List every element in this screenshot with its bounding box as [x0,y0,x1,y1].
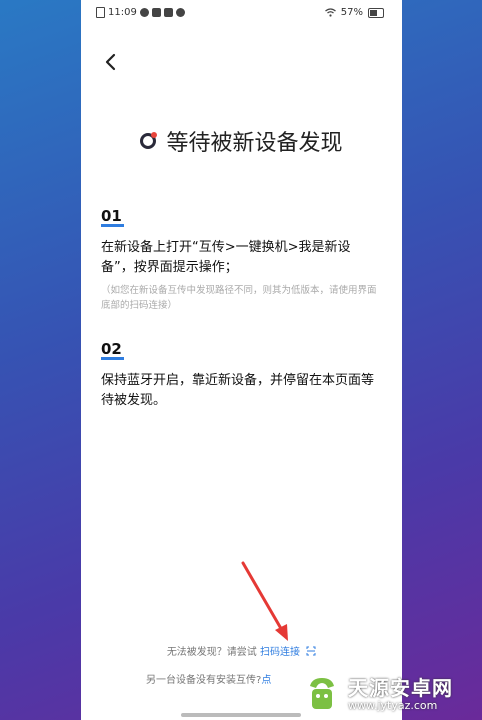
battery-icon [368,7,384,18]
watermark-logo-icon [310,678,334,709]
step-2-number: 02 [101,340,124,360]
wifi-icon [324,8,336,17]
battery-percent: 57% [340,7,363,18]
title-row: 等待被新设备发现 [81,125,402,157]
install-link[interactable]: 点 [261,675,271,686]
step-2-text: 保持蓝牙开启，靠近新设备，并停留在本页面等待被发现。 [101,373,375,408]
app-notification-icon [139,8,149,17]
watermark: 天源安卓网 www.jytyaz.com [302,668,482,720]
step-1-number: 01 [101,207,124,227]
step-1-note: （如您在新设备互传中发现路径不同，则其为低版本，请使用界面底部的扫码连接） [101,285,377,311]
app-notification-icon-3 [163,8,173,17]
scan-prompt: 无法被发现？请尝试 [166,647,257,658]
status-left: 11:09 [96,7,185,18]
scan-connect-row: 无法被发现？请尝试 扫码连接 [81,643,402,658]
app-notification-icon-4 [175,8,185,17]
scan-connect-link[interactable]: 扫码连接 [260,647,300,658]
status-bar: 11:09 57% [81,0,402,26]
page-title: 等待被新设备发现 [166,131,343,156]
app-notification-icon-2 [151,8,161,17]
home-indicator [181,713,301,717]
phone-screen: 11:09 57% 等待被新设备发现 01 在新设备上打开“互传>一键换机>我是… [81,0,402,720]
scan-icon[interactable] [306,646,316,656]
watermark-url: www.jytyaz.com [348,698,438,712]
sim-icon [96,7,105,18]
install-prompt-row: 另一台设备没有安装互传?点 [146,671,271,686]
install-prompt: 另一台设备没有安装互传? [146,675,262,686]
back-arrow-icon[interactable] [101,52,121,72]
app-logo-icon [140,132,158,149]
status-right: 57% [324,7,384,18]
step-1-text: 在新设备上打开“互传>一键换机>我是新设备”，按界面提示操作； [101,240,351,275]
status-time: 11:09 [108,7,137,18]
watermark-title: 天源安卓网 [348,675,453,700]
